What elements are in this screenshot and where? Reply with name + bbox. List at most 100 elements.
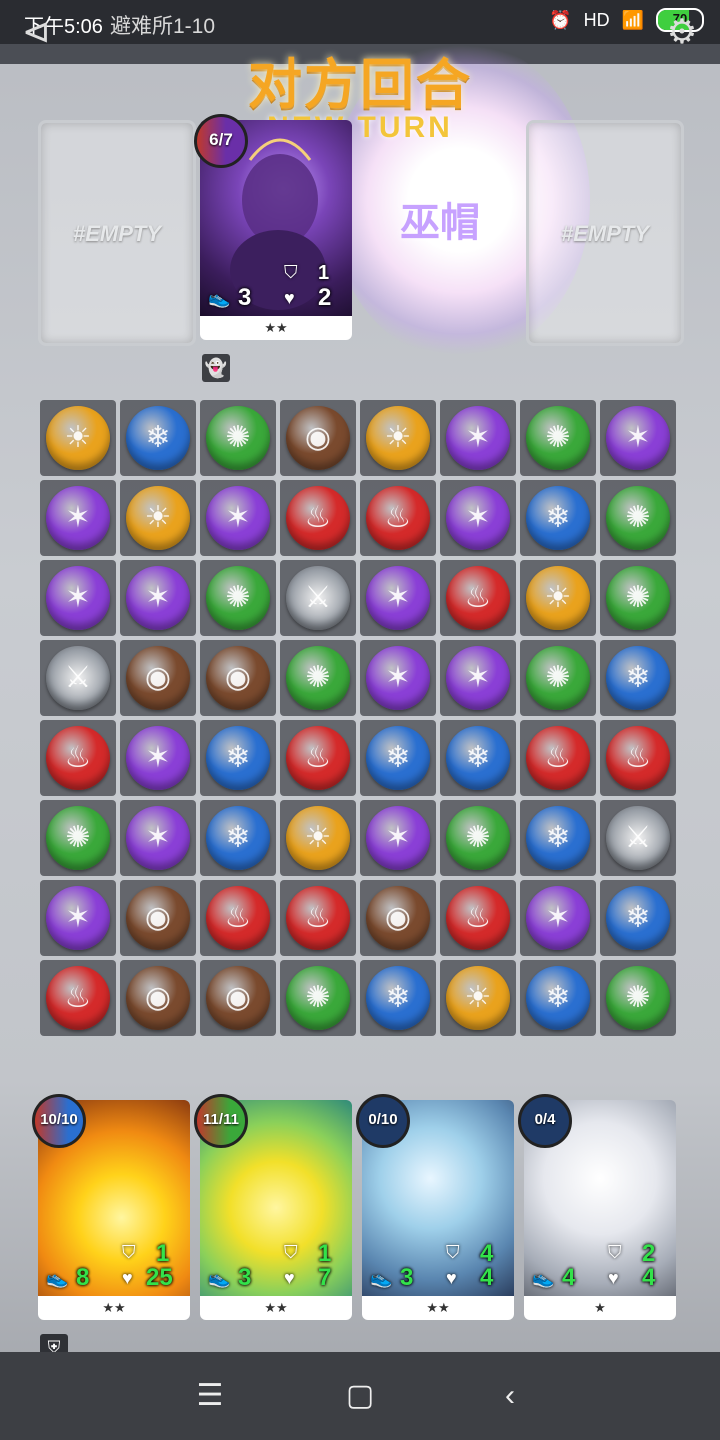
board-cell[interactable]: ❄	[360, 960, 436, 1036]
board-cell[interactable]: ◉	[280, 400, 356, 476]
board-cell[interactable]: ✶	[600, 400, 676, 476]
nature-gem[interactable]: ✺	[526, 646, 590, 710]
eye-gem[interactable]: ◉	[286, 406, 350, 470]
board-cell[interactable]: ✶	[360, 560, 436, 636]
nature-gem[interactable]: ✺	[286, 646, 350, 710]
fire-gem[interactable]: ♨	[46, 726, 110, 790]
water-gem[interactable]: ❄	[606, 886, 670, 950]
board-cell[interactable]: ✺	[600, 480, 676, 556]
ghost-icon[interactable]: 👻	[202, 354, 230, 382]
vortex-gem[interactable]: ✶	[526, 886, 590, 950]
board-cell[interactable]: ♨	[280, 480, 356, 556]
hand-card[interactable]: 0/4 👟 4 ⛉ 2 ♥ 4 ★	[518, 1094, 676, 1320]
eye-gem[interactable]: ◉	[206, 646, 270, 710]
sword-gem[interactable]: ⚔	[46, 646, 110, 710]
nature-gem[interactable]: ✺	[206, 566, 270, 630]
board-cell[interactable]: ✺	[280, 960, 356, 1036]
board-cell[interactable]: ✺	[600, 960, 676, 1036]
board-cell[interactable]: ♨	[40, 720, 116, 796]
vortex-gem[interactable]: ✶	[126, 726, 190, 790]
water-gem[interactable]: ❄	[126, 406, 190, 470]
fire-gem[interactable]: ♨	[606, 726, 670, 790]
board-cell[interactable]: ❄	[360, 720, 436, 796]
eye-gem[interactable]: ◉	[126, 966, 190, 1030]
sun-gem[interactable]: ☀	[126, 486, 190, 550]
board-cell[interactable]: ☀	[360, 400, 436, 476]
fire-gem[interactable]: ♨	[46, 966, 110, 1030]
nature-gem[interactable]: ✺	[286, 966, 350, 1030]
fire-gem[interactable]: ♨	[286, 486, 350, 550]
board-cell[interactable]: ✶	[120, 800, 196, 876]
board-cell[interactable]: ◉	[360, 880, 436, 956]
board-cell[interactable]: ❄	[200, 800, 276, 876]
board-cell[interactable]: ⚔	[280, 560, 356, 636]
board-cell[interactable]: ☀	[280, 800, 356, 876]
fire-gem[interactable]: ♨	[446, 886, 510, 950]
nature-gem[interactable]: ✺	[206, 406, 270, 470]
board-cell[interactable]: ✶	[40, 880, 116, 956]
hand-card[interactable]: 0/10 👟 3 ⛉ 4 ♥ 4 ★★	[356, 1094, 514, 1320]
water-gem[interactable]: ❄	[526, 966, 590, 1030]
hand-card[interactable]: 11/11 👟 3 ⛉ 1 ♥ 7 ★★	[194, 1094, 352, 1320]
board-cell[interactable]: ❄	[520, 800, 596, 876]
board-cell[interactable]: ✺	[600, 560, 676, 636]
board-cell[interactable]: ◉	[200, 640, 276, 716]
board-cell[interactable]: ✺	[280, 640, 356, 716]
vortex-gem[interactable]: ✶	[126, 566, 190, 630]
fire-gem[interactable]: ♨	[286, 886, 350, 950]
board-cell[interactable]: ❄	[520, 960, 596, 1036]
nature-gem[interactable]: ✺	[446, 806, 510, 870]
board-cell[interactable]: ◉	[200, 960, 276, 1036]
board-cell[interactable]: ✶	[120, 720, 196, 796]
board-cell[interactable]: ❄	[600, 640, 676, 716]
board-cell[interactable]: ✶	[360, 800, 436, 876]
vortex-gem[interactable]: ✶	[46, 566, 110, 630]
sun-gem[interactable]: ☀	[446, 966, 510, 1030]
vortex-gem[interactable]: ✶	[446, 646, 510, 710]
water-gem[interactable]: ❄	[526, 806, 590, 870]
back-arrow-icon[interactable]: ⊲	[22, 12, 66, 52]
board-cell[interactable]: ◉	[120, 880, 196, 956]
vortex-gem[interactable]: ✶	[46, 486, 110, 550]
vortex-gem[interactable]: ✶	[366, 806, 430, 870]
fire-gem[interactable]: ♨	[366, 486, 430, 550]
board-cell[interactable]: ⚔	[600, 800, 676, 876]
sword-gem[interactable]: ⚔	[286, 566, 350, 630]
home-icon[interactable]: ▢	[330, 1374, 390, 1418]
vortex-gem[interactable]: ✶	[366, 566, 430, 630]
water-gem[interactable]: ❄	[366, 966, 430, 1030]
eye-gem[interactable]: ◉	[126, 646, 190, 710]
sun-gem[interactable]: ☀	[286, 806, 350, 870]
board-cell[interactable]: ♨	[280, 720, 356, 796]
board-cell[interactable]: ✺	[440, 800, 516, 876]
nature-gem[interactable]: ✺	[46, 806, 110, 870]
board-cell[interactable]: ☀	[120, 480, 196, 556]
board-cell[interactable]: ✶	[40, 480, 116, 556]
board-cell[interactable]: ✶	[440, 400, 516, 476]
board-cell[interactable]: ♨	[280, 880, 356, 956]
board-cell[interactable]: ◉	[120, 960, 196, 1036]
board-cell[interactable]: ♨	[440, 880, 516, 956]
menu-icon[interactable]: ☰	[180, 1374, 240, 1418]
vortex-gem[interactable]: ✶	[446, 486, 510, 550]
back-icon[interactable]: ‹	[480, 1374, 540, 1418]
board-cell[interactable]: ✺	[200, 400, 276, 476]
board-cell[interactable]: ♨	[360, 480, 436, 556]
fire-gem[interactable]: ♨	[206, 886, 270, 950]
eye-gem[interactable]: ◉	[126, 886, 190, 950]
vortex-gem[interactable]: ✶	[606, 406, 670, 470]
sun-gem[interactable]: ☀	[526, 566, 590, 630]
gear-icon[interactable]: ⚙	[662, 12, 702, 52]
sword-gem[interactable]: ⚔	[606, 806, 670, 870]
board-cell[interactable]: ✺	[520, 400, 596, 476]
vortex-gem[interactable]: ✶	[126, 806, 190, 870]
board-cell[interactable]: ✶	[440, 640, 516, 716]
hand-card[interactable]: 10/10 👟 8 ⛉ 1 ♥ 25 ★★	[32, 1094, 190, 1320]
board-cell[interactable]: ♨	[440, 560, 516, 636]
vortex-gem[interactable]: ✶	[366, 646, 430, 710]
water-gem[interactable]: ❄	[526, 486, 590, 550]
board-cell[interactable]: ✶	[360, 640, 436, 716]
board-cell[interactable]: ✺	[40, 800, 116, 876]
board-cell[interactable]: ✶	[200, 480, 276, 556]
fire-gem[interactable]: ♨	[446, 566, 510, 630]
